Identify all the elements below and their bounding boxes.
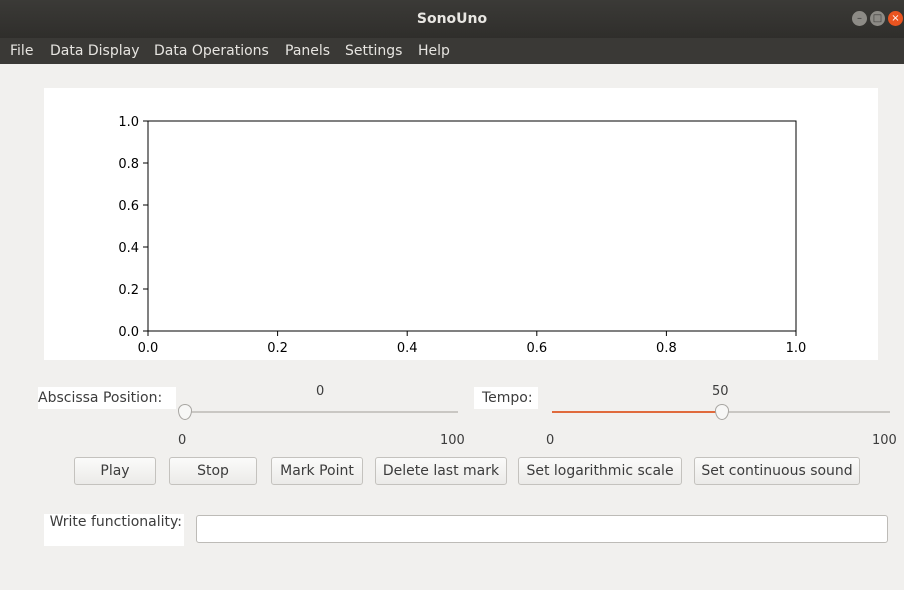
tempo-slider-knob[interactable] — [715, 404, 729, 420]
mark-point-button[interactable]: Mark Point — [271, 457, 363, 485]
x-tick-label: 0.2 — [267, 341, 288, 356]
menu-file[interactable]: File — [10, 38, 33, 64]
menu-data-operations[interactable]: Data Operations — [154, 38, 269, 64]
write-functionality-label: Write functionality: — [44, 514, 184, 546]
plot-axes-frame — [147, 120, 797, 332]
tempo-label: Tempo: — [474, 387, 538, 409]
x-tick-label: 0.6 — [526, 341, 547, 356]
y-tick-label: 0.6 — [118, 199, 139, 214]
y-tick-label: 0.8 — [118, 157, 139, 172]
x-tick-label: 0.0 — [138, 341, 159, 356]
menu-help[interactable]: Help — [418, 38, 450, 64]
menu-settings[interactable]: Settings — [345, 38, 402, 64]
title-bar: SonoUno – □ × — [0, 0, 904, 38]
maximize-icon[interactable]: □ — [870, 11, 885, 26]
stop-button[interactable]: Stop — [169, 457, 257, 485]
write-functionality-input[interactable] — [196, 515, 888, 543]
abscissa-value: 0 — [316, 384, 325, 399]
tempo-max-label: 100 — [872, 433, 897, 448]
window-title: SonoUno — [416, 11, 488, 27]
x-tick-label: 0.8 — [656, 341, 677, 356]
abscissa-position-label: Abscissa Position: — [38, 387, 176, 409]
y-tick-label: 0.4 — [118, 241, 139, 256]
tempo-slider-fill — [552, 411, 721, 413]
x-axis: 0.0 0.2 0.4 0.6 0.8 1.0 — [138, 331, 807, 356]
delete-last-mark-button[interactable]: Delete last mark — [375, 457, 507, 485]
abscissa-min-label: 0 — [178, 433, 187, 448]
y-tick-label: 0.2 — [118, 283, 139, 298]
y-axis: 0.0 0.2 0.4 0.6 0.8 1.0 — [118, 115, 148, 340]
play-button[interactable]: Play — [74, 457, 156, 485]
tempo-value: 50 — [712, 384, 729, 399]
x-tick-label: 0.4 — [397, 341, 418, 356]
y-tick-label: 1.0 — [118, 115, 139, 130]
set-logarithmic-scale-button[interactable]: Set logarithmic scale — [518, 457, 682, 485]
abscissa-max-label: 100 — [440, 433, 465, 448]
abscissa-slider-knob[interactable] — [178, 404, 192, 420]
menu-data-display[interactable]: Data Display — [50, 38, 139, 64]
set-continuous-sound-button[interactable]: Set continuous sound — [694, 457, 860, 485]
minimize-icon[interactable]: – — [852, 11, 867, 26]
close-icon[interactable]: × — [888, 11, 903, 26]
plot-panel: 0.0 0.2 0.4 0.6 0.8 1.0 0.0 0.2 0.4 0.6 0.8 1.0 — [44, 88, 878, 360]
menu-panels[interactable]: Panels — [285, 38, 330, 64]
plot-canvas: 0.0 0.2 0.4 0.6 0.8 1.0 0.0 0.2 0.4 0.6 0.8 1.0 — [118, 115, 807, 356]
abscissa-slider-track[interactable] — [184, 411, 458, 413]
y-tick-label: 0.0 — [118, 325, 139, 340]
menu-bar: File Data Display Data Operations Panels… — [0, 38, 904, 64]
tempo-min-label: 0 — [546, 433, 555, 448]
x-tick-label: 1.0 — [786, 341, 807, 356]
